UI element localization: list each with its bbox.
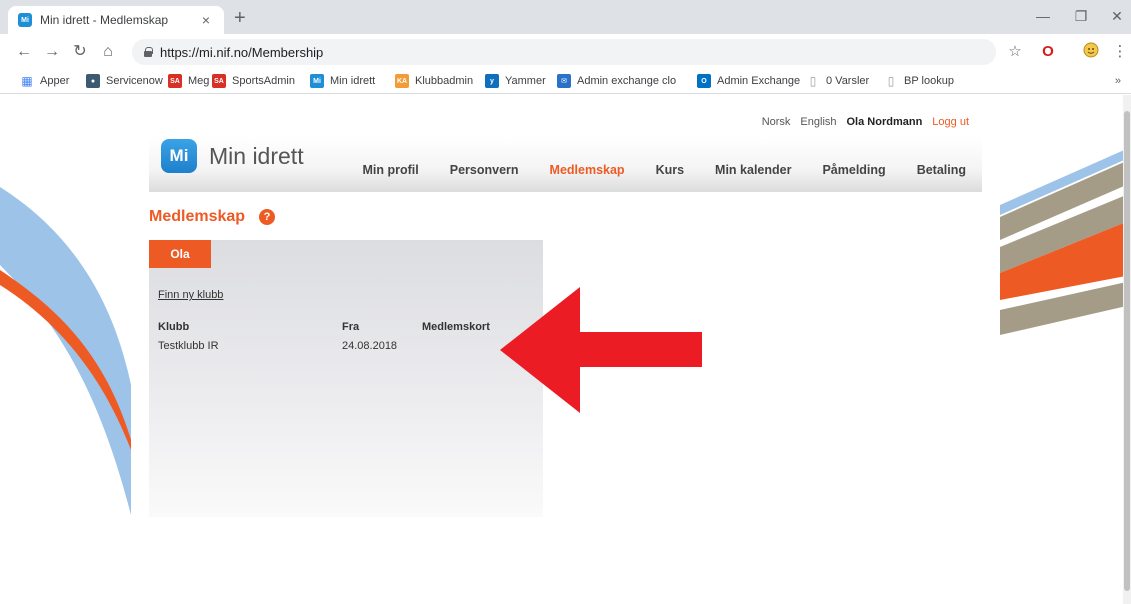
bookmarks-bar: ▦ Apper ● Servicenow SA Meg SA SportsAdmin Mi Min… — [0, 70, 1131, 94]
sa-icon: SA — [212, 74, 226, 88]
reload-icon[interactable]: ↻ — [70, 42, 90, 62]
logo-badge-icon: Mi — [161, 139, 197, 173]
bookmark-label: Admin exchange clo — [577, 75, 677, 87]
red-arrow-annotation — [500, 287, 702, 413]
extension-icon[interactable] — [1081, 42, 1101, 62]
scrollbar-thumb[interactable] — [1124, 111, 1130, 591]
bookmark-label: 0 Varsler — [826, 75, 870, 87]
membership-panel: Ola Finn ny klubb Klubb Fra Medlemskort … — [149, 240, 543, 517]
nav-item-min-profil[interactable]: Min profil — [363, 163, 419, 177]
bookmark-label: Servicenow — [106, 75, 163, 87]
browser-window: Mi Min idrett - Medlemskap × + — ❐ ✕ ← →… — [0, 0, 1131, 604]
column-header-from: Fra — [342, 321, 360, 333]
tab-close-icon[interactable]: × — [198, 12, 214, 28]
bookmark-item[interactable]: KA Klubbadmin — [395, 74, 473, 88]
column-header-club: Klubb — [158, 321, 190, 333]
minimize-icon[interactable]: — — [1033, 8, 1053, 24]
apps-grid-icon: ▦ — [21, 74, 33, 88]
user-name[interactable]: Ola Nordmann — [847, 116, 923, 128]
scrollbar[interactable] — [1123, 95, 1131, 604]
bookmark-item[interactable]: SA Meg — [168, 74, 209, 88]
bookmark-label: Yammer — [505, 75, 546, 87]
opera-icon[interactable]: O — [1038, 42, 1058, 62]
forward-icon[interactable]: → — [42, 42, 62, 62]
logo-text: Min idrett — [209, 142, 304, 169]
min-idrett-logo[interactable]: Mi Min idrett — [161, 139, 304, 173]
bookmark-item[interactable]: ✉ Admin exchange clo — [557, 74, 676, 88]
nav-item-kurs[interactable]: Kurs — [656, 163, 684, 177]
site-header: Mi Min idrett Min profil Personvern Medlem… — [149, 137, 982, 192]
bookmark-label: BP lookup — [904, 75, 954, 87]
column-header-member-card: Medlemskort — [422, 321, 490, 333]
exchange-icon: ✉ — [557, 74, 571, 88]
nav-item-min-kalender[interactable]: Min kalender — [715, 163, 791, 177]
lock-icon — [144, 47, 153, 57]
ka-icon: KA — [395, 74, 409, 88]
servicenow-icon: ● — [86, 74, 100, 88]
bookmark-item[interactable]: Mi Min idrett — [310, 74, 375, 88]
restore-icon[interactable]: ❐ — [1071, 8, 1091, 25]
bookmark-label: Apper — [40, 75, 70, 87]
language-bar: Norsk English Ola Nordmann Logg ut — [752, 116, 969, 128]
tab-title: Min idrett - Medlemskap — [40, 13, 169, 27]
tab-strip: Mi Min idrett - Medlemskap × + — ❐ ✕ — [0, 0, 1131, 34]
bookmarks-overflow-icon[interactable]: » — [1115, 75, 1121, 87]
bookmark-label: Meg — [188, 75, 210, 87]
home-icon[interactable]: ⌂ — [98, 42, 118, 62]
bookmark-item[interactable]: ▦ Apper — [20, 74, 69, 88]
main-navigation: Min profil Personvern Medlemskap Kurs Min ka… — [332, 163, 967, 177]
yammer-icon: y — [485, 74, 499, 88]
bookmark-item[interactable]: O Admin Exchange — [697, 74, 800, 88]
url-text[interactable]: https://mi.nif.no/Membership — [160, 45, 323, 60]
nav-item-personvern[interactable]: Personvern — [450, 163, 519, 177]
bookmark-item[interactable]: ● Servicenow — [86, 74, 163, 88]
bookmark-label: Admin Exchange — [717, 75, 801, 87]
cell-club-name: Testklubb IR — [158, 340, 219, 352]
bookmark-item[interactable]: ▯ 0 Varsler — [806, 74, 870, 88]
nav-item-medlemskap[interactable]: Medlemskap — [550, 163, 625, 177]
bookmark-star-icon[interactable]: ☆ — [1005, 42, 1025, 62]
lang-english-link[interactable]: English — [800, 116, 836, 128]
page-title-text: Medlemskap — [149, 208, 246, 225]
bookmark-item[interactable]: SA SportsAdmin — [212, 74, 295, 88]
person-tab-ola[interactable]: Ola — [149, 240, 211, 268]
lang-norsk-link[interactable]: Norsk — [762, 116, 791, 128]
page-icon: ▯ — [887, 74, 895, 88]
logout-link[interactable]: Logg ut — [932, 116, 969, 128]
browser-menu-icon[interactable]: ⋮ — [1110, 42, 1130, 62]
new-tab-icon[interactable]: + — [234, 8, 246, 28]
page-viewport: Norsk English Ola Nordmann Logg ut Mi Mi… — [0, 95, 1131, 604]
nav-item-betaling[interactable]: Betaling — [917, 163, 966, 177]
address-bar[interactable]: https://mi.nif.no/Membership — [132, 39, 996, 65]
help-icon[interactable]: ? — [259, 209, 276, 225]
bookmark-label: Min idrett — [330, 75, 376, 87]
bookmark-item[interactable]: ▯ BP lookup — [884, 74, 954, 88]
bookmark-label: SportsAdmin — [232, 75, 295, 87]
bookmark-item[interactable]: y Yammer — [485, 74, 546, 88]
min-idrett-favicon-icon: Mi — [18, 13, 32, 27]
nav-item-p-melding[interactable]: Påmelding — [822, 163, 885, 177]
window-close-icon[interactable]: ✕ — [1107, 8, 1127, 25]
back-icon[interactable]: ← — [14, 42, 34, 62]
sa-icon: SA — [168, 74, 182, 88]
bookmark-label: Klubbadmin — [415, 75, 474, 87]
browser-toolbar: ← → ↻ ⌂ https://mi.nif.no/Membership ☆ O… — [0, 34, 1131, 70]
outlook-icon: O — [697, 74, 711, 88]
browser-tab[interactable]: Mi Min idrett - Medlemskap × — [8, 6, 224, 34]
page-title: Medlemskap ? — [149, 208, 276, 226]
page-icon: ▯ — [809, 74, 817, 88]
cell-from-date: 24.08.2018 — [342, 340, 398, 352]
find-new-club-link[interactable]: Finn ny klubb — [158, 289, 223, 301]
mi-icon: Mi — [310, 74, 324, 88]
